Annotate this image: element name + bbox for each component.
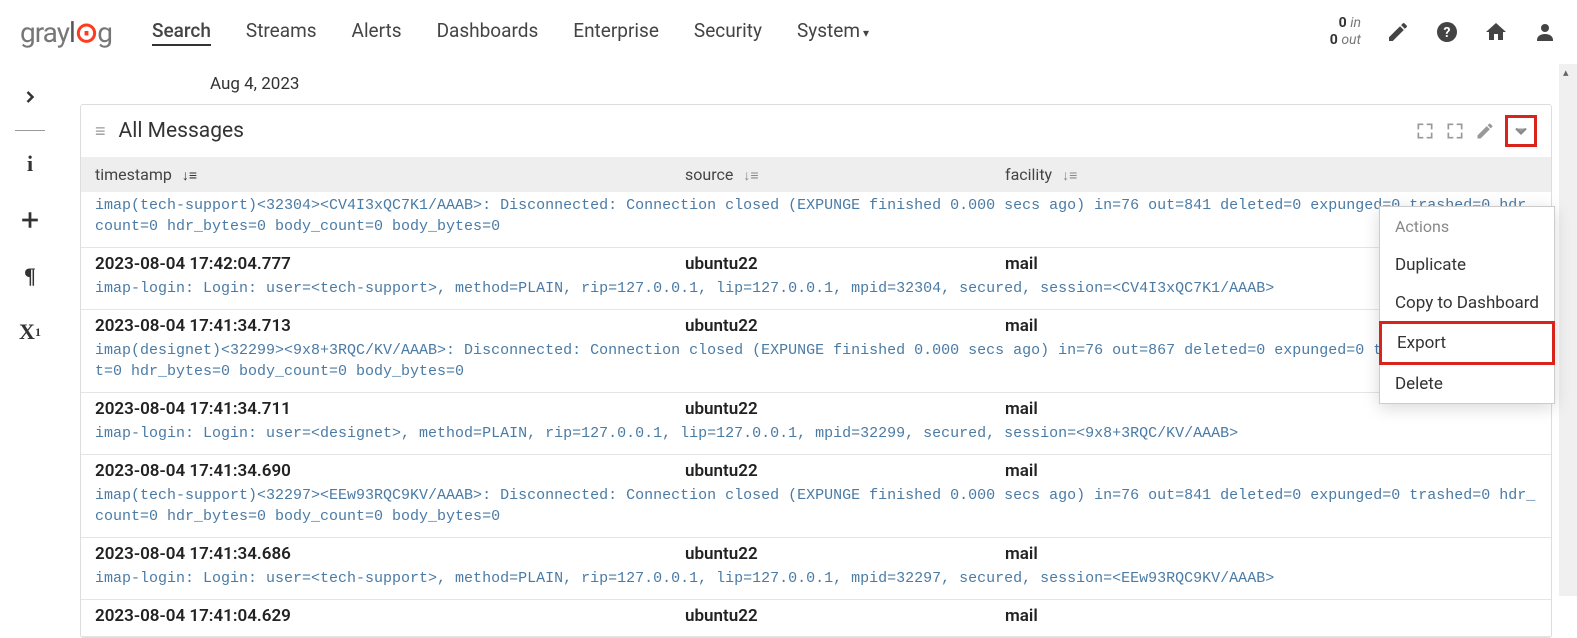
col-header-timestamp[interactable]: timestamp↓≡	[95, 165, 685, 184]
help-icon[interactable]: ?	[1435, 20, 1459, 44]
add-icon[interactable]	[17, 207, 43, 233]
nav-item-enterprise[interactable]: Enterprise	[573, 19, 659, 46]
io-stats: 0 in 0 out	[1330, 15, 1361, 49]
cell-timestamp: 2023-08-04 17:41:34.713	[95, 316, 685, 336]
messages-list[interactable]: 2023-08-04 17:42:04.781ubuntu22mailimap(…	[81, 192, 1551, 637]
widget-menu-toggle[interactable]	[1505, 115, 1537, 147]
page-scrollbar[interactable]	[1559, 64, 1577, 596]
cell-source: ubuntu22	[685, 399, 1005, 419]
io-out-count: 0	[1330, 32, 1338, 48]
nav-item-dashboards[interactable]: Dashboards	[437, 19, 539, 46]
widget-actions-dropdown: Actions DuplicateCopy to DashboardExport…	[1379, 206, 1555, 404]
dropdown-item-duplicate[interactable]: Duplicate	[1380, 246, 1554, 284]
widget-header: ≡ All Messages	[81, 105, 1551, 157]
nav-item-security[interactable]: Security	[694, 19, 762, 46]
table-header-row: timestamp↓≡ source↓≡ facility↓≡	[81, 157, 1551, 192]
cell-timestamp: 2023-08-04 17:41:34.690	[95, 461, 685, 481]
widget-title: All Messages	[119, 119, 1405, 143]
logo[interactable]: grayl⊙g	[20, 16, 112, 49]
io-out-label: out	[1341, 32, 1361, 48]
io-in-count: 0	[1339, 15, 1347, 31]
nav-item-system[interactable]: System	[797, 19, 869, 46]
message-row[interactable]: 2023-08-04 17:41:34.690ubuntu22mail imap(…	[81, 455, 1551, 538]
svg-text:?: ?	[1444, 25, 1451, 41]
cell-timestamp: 2023-08-04 17:41:34.686	[95, 544, 685, 564]
dropdown-header: Actions	[1380, 207, 1554, 246]
cell-source: ubuntu22	[685, 461, 1005, 481]
home-icon[interactable]	[1484, 20, 1508, 44]
topbar-right: 0 in 0 out ?	[1330, 15, 1557, 49]
drag-handle-icon[interactable]: ≡	[95, 127, 109, 136]
edit-icon[interactable]	[1386, 20, 1410, 44]
chevron-down-icon	[1511, 121, 1531, 141]
sidebar-divider	[15, 130, 45, 131]
cell-message: imap(designet)<32299><9x8+3RQC/KV/AAAB>:…	[95, 340, 1537, 382]
io-in-label: in	[1350, 15, 1361, 31]
col-header-facility[interactable]: facility↓≡	[1005, 165, 1537, 184]
content-area: Aug 4, 2023 ≡ All Messages timestamp↓≡ s…	[60, 64, 1577, 596]
date-label: Aug 4, 2023	[210, 74, 1552, 94]
top-navbar: grayl⊙g Search Streams Alerts Dashboards Ent…	[0, 0, 1577, 64]
info-icon[interactable]: i	[17, 151, 43, 177]
cell-message: imap(tech-support)<32297><EEw93RQC9KV/AA…	[95, 485, 1537, 527]
message-row[interactable]: 2023-08-04 17:41:04.629ubuntu22mail	[81, 600, 1551, 637]
paragraph-icon[interactable]: ¶	[17, 263, 43, 289]
sort-icon: ↓≡	[743, 168, 758, 184]
messages-widget: ≡ All Messages timestamp↓≡ source↓≡ faci…	[80, 104, 1552, 638]
expand-sidebar-icon[interactable]	[17, 84, 43, 110]
nav-item-alerts[interactable]: Alerts	[352, 19, 402, 46]
main-nav: Search Streams Alerts Dashboards Enterprise S…	[152, 19, 1330, 46]
message-row[interactable]: 2023-08-04 17:42:04.777ubuntu22mailimap-…	[81, 248, 1551, 310]
nav-item-streams[interactable]: Streams	[246, 19, 317, 46]
collapse-icon[interactable]	[1415, 121, 1435, 141]
cell-message: imap(tech-support)<32304><CV4I3xQC7K1/AA…	[95, 195, 1537, 237]
message-row[interactable]: 2023-08-04 17:42:04.781ubuntu22mailimap(…	[81, 192, 1551, 248]
cell-timestamp: 2023-08-04 17:42:04.777	[95, 254, 685, 274]
dropdown-item-export[interactable]: Export	[1379, 321, 1555, 365]
message-row[interactable]: 2023-08-04 17:41:34.711ubuntu22mailimap-…	[81, 393, 1551, 455]
dropdown-item-copy-to-dashboard[interactable]: Copy to Dashboard	[1380, 284, 1554, 322]
cell-facility: mail	[1005, 461, 1537, 481]
message-row[interactable]: 2023-08-04 17:41:34.686ubuntu22mail imap-…	[81, 538, 1551, 600]
cell-source: ubuntu22	[685, 316, 1005, 336]
sort-icon: ↓≡	[182, 168, 197, 184]
col-header-source[interactable]: source↓≡	[685, 165, 1005, 184]
cell-source: ubuntu22	[685, 254, 1005, 274]
widget-edit-icon[interactable]	[1475, 121, 1495, 141]
user-icon[interactable]	[1533, 20, 1557, 44]
cell-message: imap-login: Login: user=<designet>, meth…	[95, 423, 1537, 444]
sidebar: i ¶ X1	[0, 64, 60, 596]
cell-timestamp: 2023-08-04 17:41:34.711	[95, 399, 685, 419]
cell-message: imap-login: Login: user=<tech-support>, …	[95, 278, 1537, 299]
fullscreen-icon[interactable]	[1445, 121, 1465, 141]
cell-source: ubuntu22	[685, 606, 1005, 626]
nav-item-search[interactable]: Search	[152, 19, 211, 46]
cell-facility: mail	[1005, 606, 1537, 626]
subscript-icon[interactable]: X1	[17, 319, 43, 345]
sort-icon: ↓≡	[1062, 168, 1077, 184]
cell-message: imap-login: Login: user=<tech-support>, …	[95, 568, 1537, 589]
dropdown-item-delete[interactable]: Delete	[1380, 365, 1554, 403]
cell-timestamp: 2023-08-04 17:41:04.629	[95, 606, 685, 626]
message-row[interactable]: 2023-08-04 17:41:34.713ubuntu22mailimap(…	[81, 310, 1551, 393]
cell-source: ubuntu22	[685, 544, 1005, 564]
cell-facility: mail	[1005, 544, 1537, 564]
